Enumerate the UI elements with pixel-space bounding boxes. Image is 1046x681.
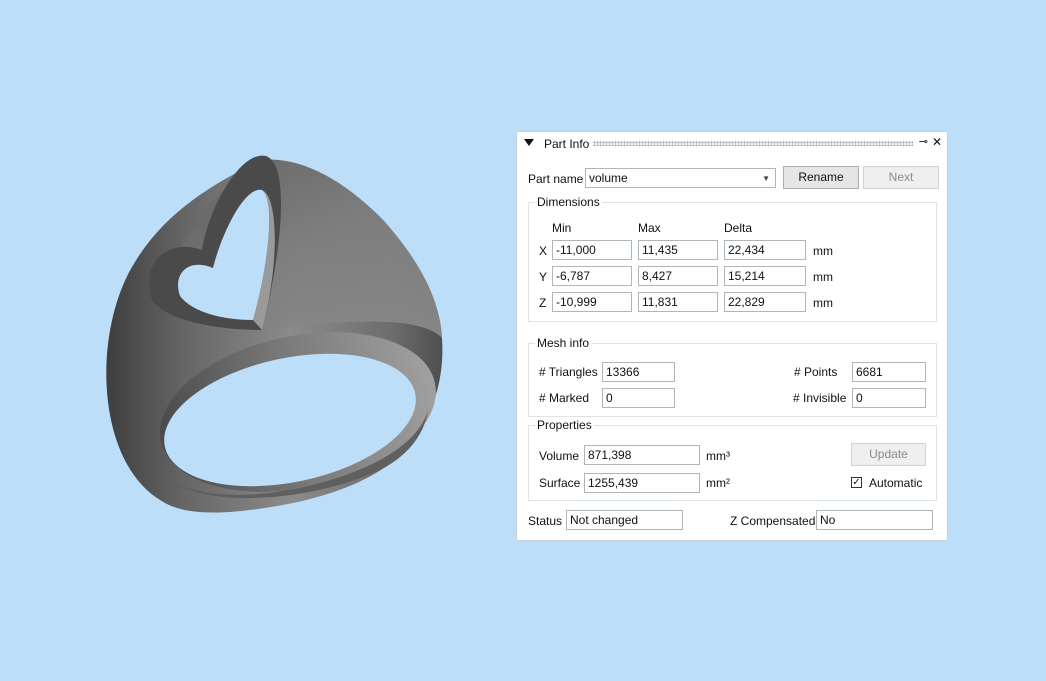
close-icon[interactable]: ✕ (932, 135, 942, 149)
dimensions-title: Dimensions (535, 195, 602, 209)
collapse-triangle-icon[interactable] (524, 139, 534, 146)
invisible-label: # Invisible (793, 391, 847, 405)
chevron-down-icon[interactable]: ▼ (762, 172, 770, 186)
properties-title: Properties (535, 418, 594, 432)
axis-label-z: Z (539, 296, 547, 310)
z-compensated-label: Z Compensated (730, 514, 816, 528)
part-name-label: Part name (528, 172, 584, 186)
x-delta-field[interactable]: 22,434 (724, 240, 806, 260)
axis-label-y: Y (539, 270, 548, 284)
triangles-field[interactable]: 13366 (602, 362, 675, 382)
delta-header: Delta (724, 221, 753, 235)
y-delta-field[interactable]: 15,214 (724, 266, 806, 286)
automatic-checkbox[interactable]: ✓ (851, 477, 862, 488)
z-delta-field[interactable]: 22,829 (724, 292, 806, 312)
panel-titlebar[interactable]: Part Info ⊸ ✕ (517, 132, 947, 154)
x-unit-label: mm (813, 244, 833, 258)
triangles-label: # Triangles (539, 365, 598, 379)
axis-label-x: X (539, 244, 548, 258)
y-unit-label: mm (813, 270, 833, 284)
automatic-label: Automatic (869, 476, 923, 490)
part-name-select[interactable]: volume ▼ (585, 168, 776, 188)
volume-unit: mm³ (706, 449, 730, 463)
marked-field[interactable]: 0 (602, 388, 675, 408)
next-button[interactable]: Next (863, 166, 939, 189)
volume-label: Volume (539, 449, 580, 463)
pin-icon[interactable]: ⊸ (919, 136, 928, 148)
points-label: # Points (794, 365, 838, 379)
points-field[interactable]: 6681 (852, 362, 926, 382)
update-button[interactable]: Update (851, 443, 926, 466)
y-min-field[interactable]: -6,787 (552, 266, 632, 286)
max-header: Max (638, 221, 661, 235)
x-max-field[interactable]: 11,435 (638, 240, 718, 260)
rename-button[interactable]: Rename (783, 166, 859, 189)
surface-label: Surface (539, 476, 581, 490)
z-min-field[interactable]: -10,999 (552, 292, 632, 312)
titlebar-grip[interactable] (593, 141, 913, 146)
volume-field[interactable]: 871,398 (584, 445, 700, 465)
y-max-field[interactable]: 8,427 (638, 266, 718, 286)
surface-field[interactable]: 1255,439 (584, 473, 700, 493)
marked-label: # Marked (539, 391, 590, 405)
surface-unit: mm² (706, 476, 730, 490)
invisible-field[interactable]: 0 (852, 388, 926, 408)
panel-title: Part Info (544, 137, 590, 151)
mesh-info-title: Mesh info (535, 336, 592, 350)
z-compensated-field[interactable]: No (816, 510, 933, 530)
status-field[interactable]: Not changed (566, 510, 683, 530)
z-unit-label: mm (813, 296, 833, 310)
part-info-panel: Part Info ⊸ ✕ Part name volume ▼ Rename … (516, 131, 948, 541)
z-max-field[interactable]: 11,831 (638, 292, 718, 312)
x-min-field[interactable]: -11,000 (552, 240, 632, 260)
part-name-value: volume (589, 171, 628, 185)
status-label: Status (528, 514, 563, 528)
min-header: Min (552, 221, 572, 235)
